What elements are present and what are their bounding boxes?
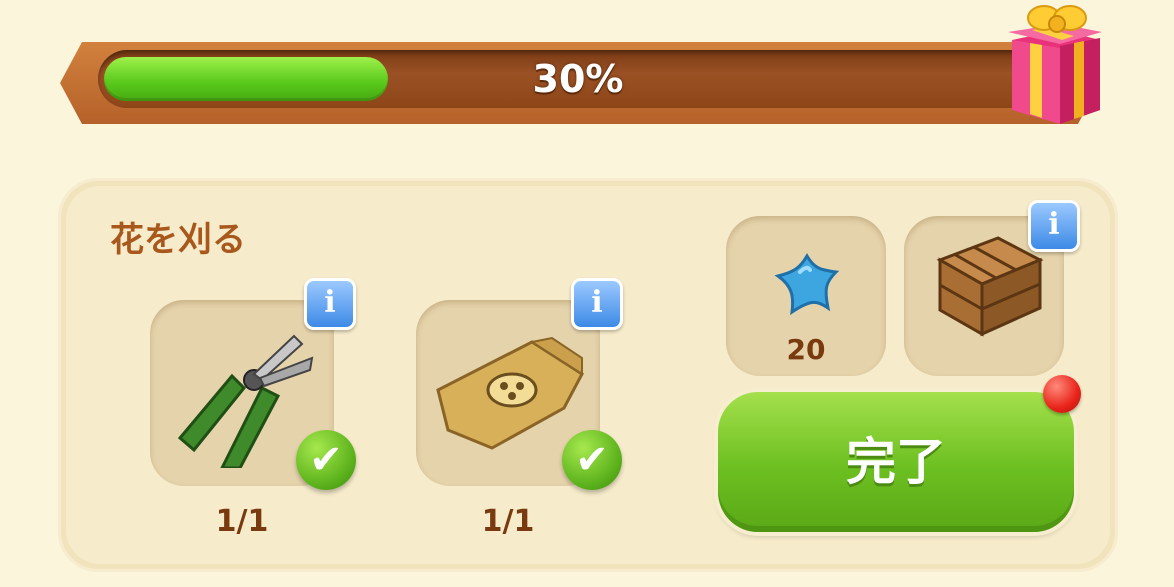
pruning-shears-icon	[177, 334, 314, 468]
progress-bar: 30%	[60, 38, 1120, 128]
notification-dot	[1043, 375, 1081, 413]
check-icon: ✔	[562, 430, 622, 490]
task-title: 花を刈る	[110, 220, 246, 260]
requirement-count: 1/1	[215, 504, 269, 539]
info-icon[interactable]: i	[304, 278, 356, 330]
info-icon[interactable]: i	[1028, 200, 1080, 252]
requirement-count: 1/1	[481, 504, 535, 539]
progress-bar-track: 30%	[98, 50, 1058, 108]
wooden-crate-icon	[936, 236, 1044, 337]
complete-button-label: 完了	[846, 433, 946, 491]
blue-star-icon	[774, 253, 840, 316]
reward-star-amount: 20	[786, 333, 826, 366]
gift-box-icon[interactable]	[1002, 0, 1106, 128]
check-icon: ✔	[296, 430, 356, 490]
seed-bag-icon	[436, 336, 584, 450]
info-icon[interactable]: i	[571, 278, 623, 330]
complete-button[interactable]: 完了	[718, 392, 1074, 532]
progress-percent: 30%	[532, 57, 624, 101]
